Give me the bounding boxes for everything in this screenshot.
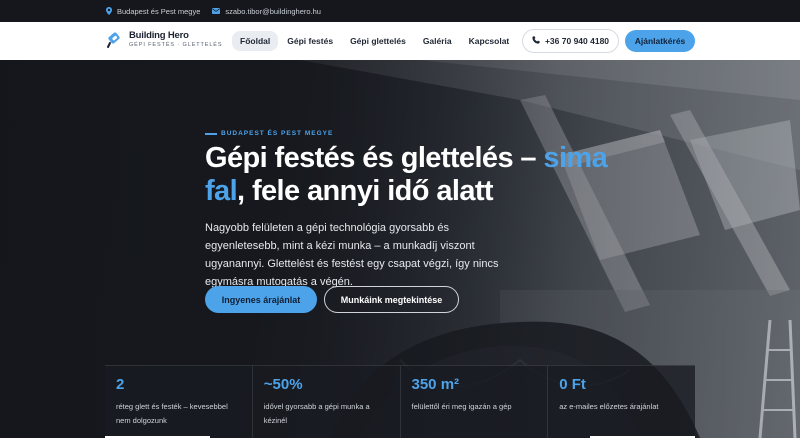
stat-label: réteg glett és festék – kevesebbel nem d… [116, 402, 228, 425]
stat-value: 2 [116, 376, 125, 393]
mail-icon [212, 8, 221, 14]
location-text: Budapest és Pest megye [117, 6, 201, 16]
location-info: Budapest és Pest megye [106, 7, 200, 16]
eyebrow-line [205, 132, 217, 135]
hero-eyebrow: BUDAPEST ÉS PEST MEGYE [205, 130, 333, 137]
headline-part-1: Gépi festés és glettelés – [205, 142, 544, 174]
quote-request-button[interactable]: Ajánlatkérés [625, 30, 695, 52]
email-info[interactable]: szabo.tibor@buildinghero.hu [212, 7, 321, 16]
headline-part-2: , fele annyi idő alatt [237, 175, 494, 207]
stat-item: 2 réteg glett és festék – kevesebbel nem… [105, 366, 253, 438]
nav-item-kapcsolat[interactable]: Kapcsolat [461, 31, 518, 51]
nav-item-gepi-festes[interactable]: Gépi festés [279, 31, 341, 51]
main-nav: Főoldal Gépi festés Gépi glettelés Galér… [232, 31, 518, 51]
map-pin-icon [106, 7, 112, 15]
site-header: Building Hero GÉPI FESTÉS · GLETTELÉS Fő… [0, 22, 800, 60]
stat-value: 0 Ft [559, 376, 586, 393]
view-works-button[interactable]: Munkáink megtekintése [324, 286, 459, 313]
nav-item-gepi-gletteles[interactable]: Gépi glettelés [342, 31, 414, 51]
brand-name: Building Hero [129, 30, 189, 41]
paint-roller-icon [107, 32, 120, 48]
hero-headline: Gépi festés és glettelés – sima fal, fel… [205, 142, 625, 208]
top-info-bar: Budapest és Pest megye szabo.tibor@build… [0, 0, 800, 22]
hero-lead-text: Nagyobb felületen a gépi technológia gyo… [205, 222, 499, 288]
free-quote-button[interactable]: Ingyenes árajánlat [205, 286, 317, 313]
stat-label: idővel gyorsabb a gépi munka a kézinél [263, 402, 370, 425]
phone-number: +36 70 940 4180 [544, 36, 610, 46]
email-text[interactable]: szabo.tibor@buildinghero.hu [225, 7, 321, 16]
hero-section: BUDAPEST ÉS PEST MEGYE Gépi festés és gl… [0, 60, 800, 438]
stat-label: az e-mailes előzetes árajánlat [559, 402, 659, 411]
stat-item: 0 Ft az e-mailes előzetes árajánlat [548, 366, 695, 438]
stat-value: ~50% [263, 376, 303, 393]
stat-label: felülettől éri meg igazán a gép [411, 402, 512, 411]
phone-button[interactable]: +36 70 940 4180 [522, 29, 619, 53]
stat-value: 350 m² [411, 376, 460, 393]
brand-logo[interactable]: Building Hero GÉPI FESTÉS · GLETTELÉS [106, 31, 222, 49]
stat-item: ~50% idővel gyorsabb a gépi munka a kézi… [253, 366, 401, 438]
nav-item-galeria[interactable]: Galéria [415, 31, 460, 51]
eyebrow-text: BUDAPEST ÉS PEST MEGYE [221, 130, 334, 137]
nav-item-fooldal[interactable]: Főoldal [232, 31, 279, 51]
stat-item: 350 m² felülettől éri meg igazán a gép [401, 366, 549, 438]
stats-bar: 2 réteg glett és festék – kevesebbel nem… [105, 365, 695, 438]
phone-icon [532, 36, 540, 46]
brand-tagline: GÉPI FESTÉS · GLETTELÉS [129, 42, 223, 48]
